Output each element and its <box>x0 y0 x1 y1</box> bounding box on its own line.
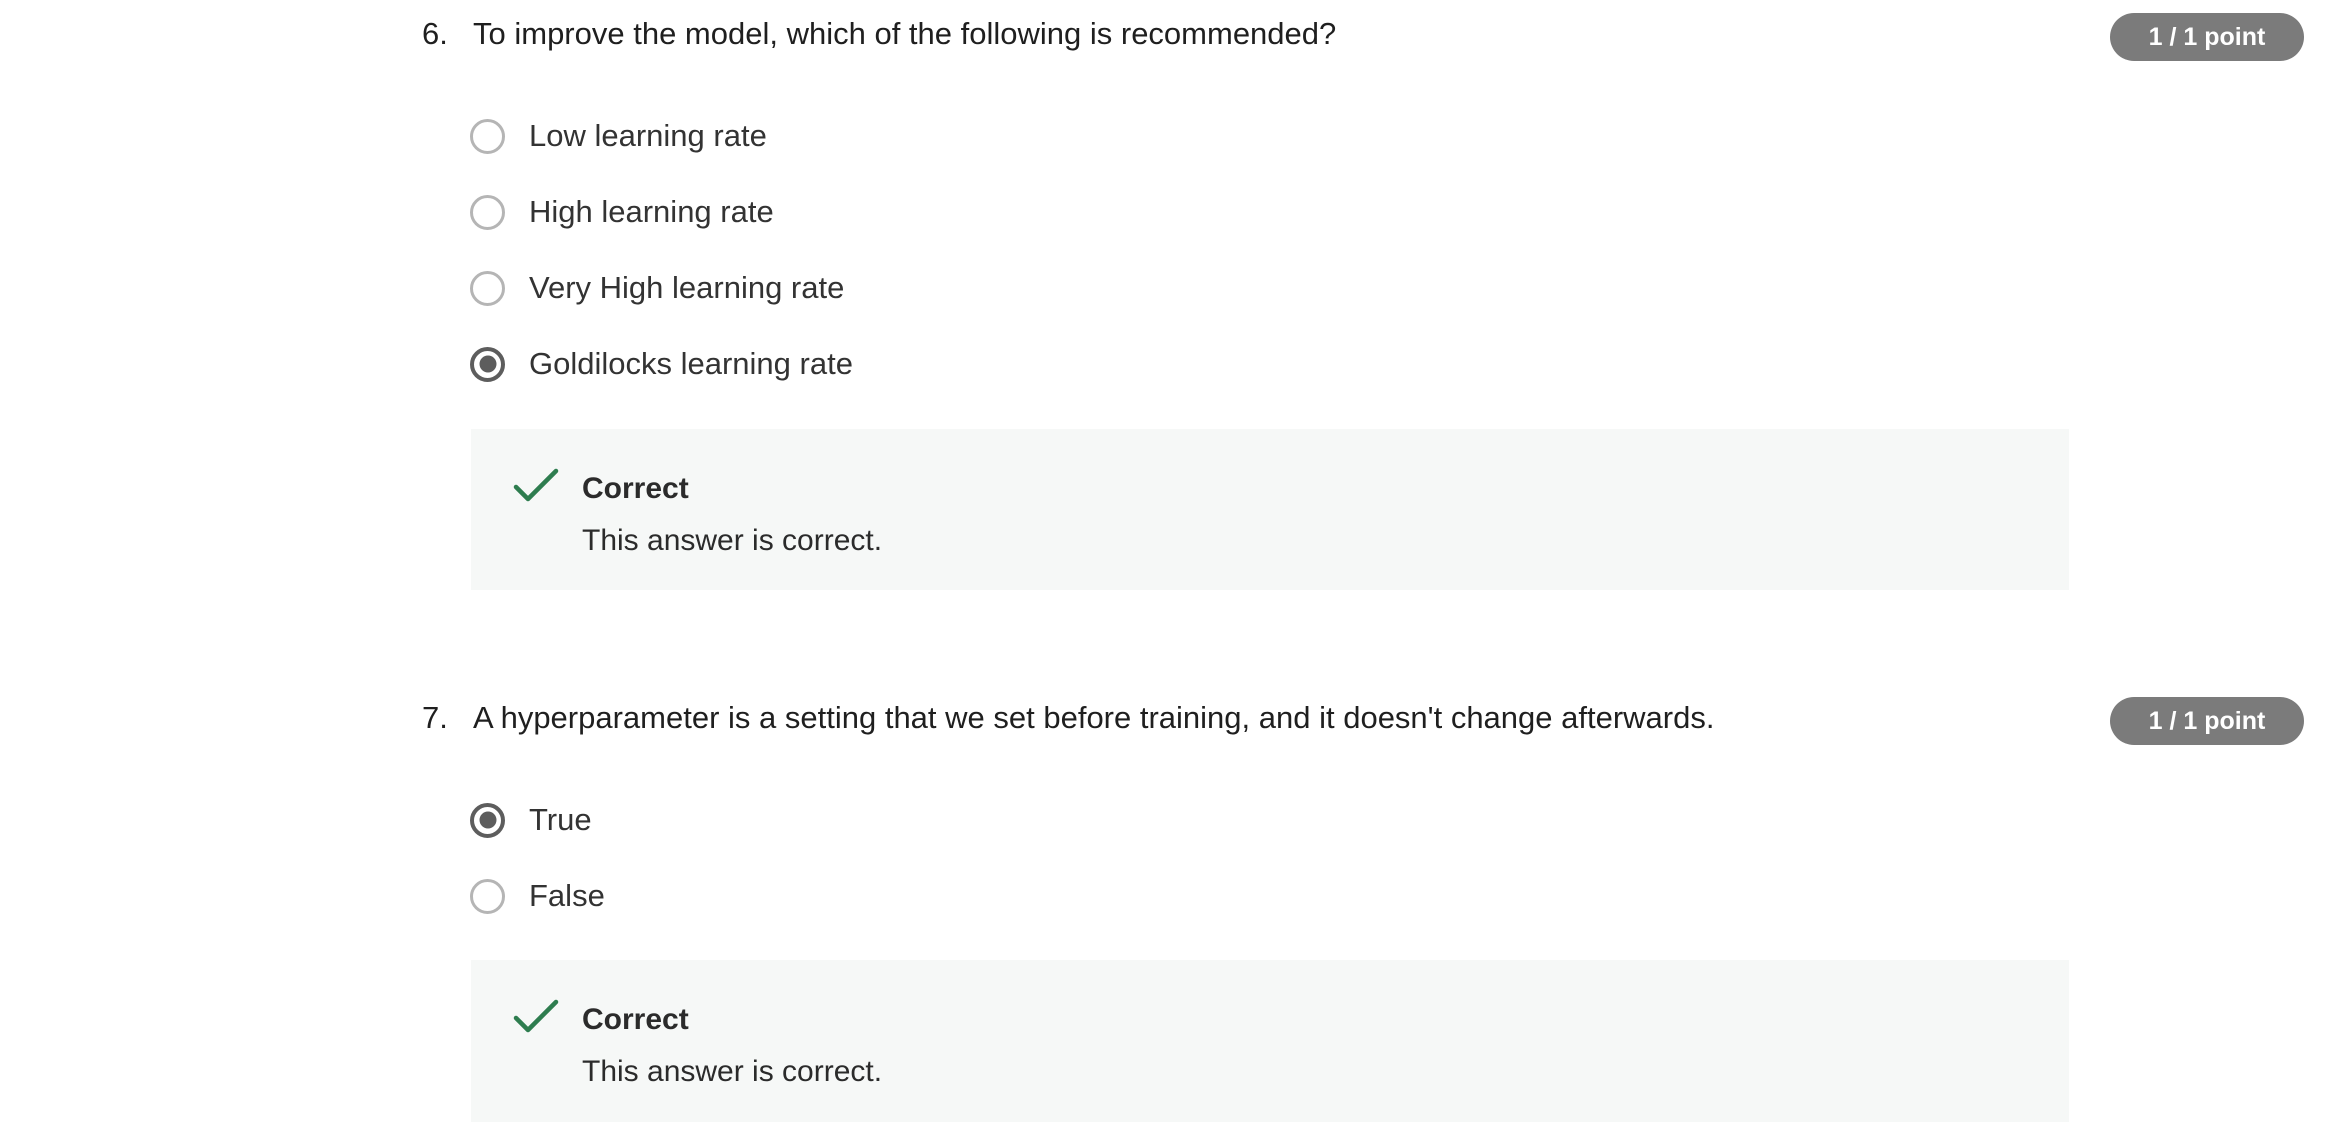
question-text: A hyperparameter is a setting that we se… <box>473 700 1715 735</box>
radio-button-selected[interactable] <box>470 802 505 838</box>
option-low-learning-rate[interactable]: Low learning rate <box>470 98 853 174</box>
option-label: Very High learning rate <box>529 270 845 305</box>
radio-button[interactable] <box>470 878 505 914</box>
option-label: High learning rate <box>529 194 774 229</box>
option-very-high-learning-rate[interactable]: Very High learning rate <box>470 250 853 326</box>
feedback-box: Correct This answer is correct. <box>471 960 2069 1122</box>
options-list: Low learning rate High learning rate Ver… <box>470 98 853 402</box>
options-list: True False <box>470 782 605 934</box>
question-number: 6. <box>422 16 448 51</box>
feedback-text: This answer is correct. <box>582 524 883 557</box>
radio-button-selected[interactable] <box>470 346 505 382</box>
points-badge: 1 / 1 point <box>2110 13 2304 61</box>
option-true[interactable]: True <box>470 782 605 858</box>
option-label: Low learning rate <box>529 118 767 153</box>
check-icon <box>513 468 559 502</box>
option-high-learning-rate[interactable]: High learning rate <box>470 174 853 250</box>
radio-button[interactable] <box>470 194 505 230</box>
check-icon <box>513 999 559 1033</box>
option-goldilocks-learning-rate[interactable]: Goldilocks learning rate <box>470 326 853 402</box>
option-label: Goldilocks learning rate <box>529 346 853 381</box>
feedback-title: Correct <box>582 1003 689 1036</box>
option-label: False <box>529 878 605 913</box>
radio-button[interactable] <box>470 118 505 154</box>
points-badge: 1 / 1 point <box>2110 697 2304 745</box>
option-false[interactable]: False <box>470 858 605 934</box>
feedback-text: This answer is correct. <box>582 1055 883 1088</box>
question-number: 7. <box>422 700 448 735</box>
feedback-title: Correct <box>582 472 689 505</box>
option-label: True <box>529 802 592 837</box>
feedback-box: Correct This answer is correct. <box>471 429 2069 590</box>
radio-button[interactable] <box>470 270 505 306</box>
question-text: To improve the model, which of the follo… <box>473 16 1337 51</box>
